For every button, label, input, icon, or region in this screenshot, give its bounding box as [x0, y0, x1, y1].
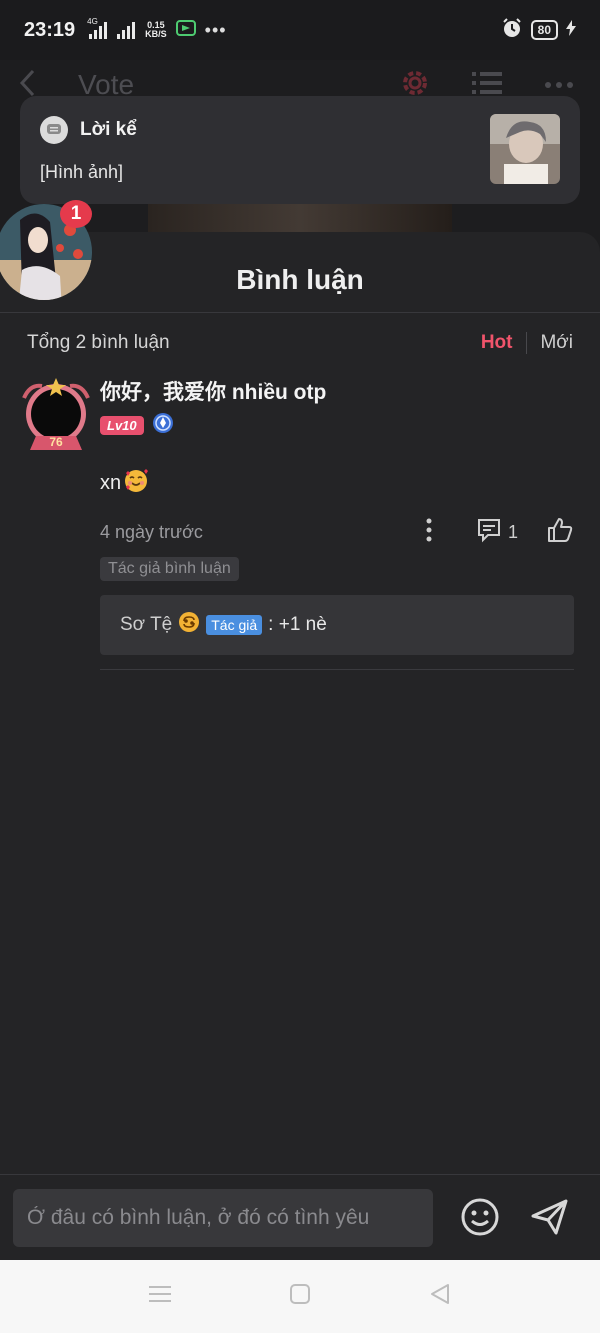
more-options-icon[interactable]	[544, 76, 574, 94]
chat-bubble-icon	[40, 116, 68, 144]
background-image	[148, 204, 452, 234]
more-dots-icon: •••	[204, 19, 227, 40]
notification-thumbnail	[490, 114, 560, 184]
charging-icon	[566, 19, 576, 41]
emoji-icon[interactable]	[458, 1195, 502, 1239]
signal-icon-2	[117, 21, 136, 39]
more-vertical-icon[interactable]	[426, 518, 432, 547]
comments-sheet: Bình luận Tổng 2 bình luận Hot Mới 76 你好…	[0, 232, 600, 1333]
notification-message: [Hình ảnh]	[40, 162, 124, 182]
comment-body: 你好，我爱你 nhiều otp Lv10 xn 4 ngày trước 1 …	[100, 378, 574, 670]
notification-app-name: Lời kể	[80, 119, 137, 140]
reply-text: : +1 nè	[268, 614, 327, 635]
alarm-icon	[501, 17, 523, 44]
status-time: 23:19	[24, 18, 76, 41]
network-type: 4G	[87, 17, 98, 26]
comment-text: xn	[100, 467, 574, 499]
level-badge: Lv10	[100, 416, 144, 435]
net-speed-unit: KB/S	[145, 29, 167, 39]
comment-author[interactable]: 你好，我爱你 nhiều otp	[100, 378, 574, 408]
sort-new-tab[interactable]: Mới	[527, 332, 573, 354]
send-icon[interactable]	[528, 1195, 572, 1239]
net-speed: 0.15 KB/S	[145, 21, 167, 39]
notification-banner[interactable]: Lời kể [Hình ảnh]	[20, 96, 580, 204]
comment-actions: 1	[426, 516, 574, 549]
comment-count-row: Tổng 2 bình luận Hot Mới	[27, 328, 573, 358]
avatar-frame-number: 76	[49, 435, 63, 449]
smiling-face-with-hearts-icon	[123, 467, 149, 499]
status-bar: 23:19 4G 0.15 KB/S ••• 80	[0, 0, 600, 60]
battery-icon: 80	[530, 20, 558, 40]
menu-icon[interactable]	[149, 1284, 171, 1309]
floating-avatar[interactable]: 1	[0, 200, 92, 306]
comment-meta: 4 ngày trước 1	[100, 517, 574, 547]
author-tag: Tác giả bình luận	[100, 557, 239, 581]
comment-time: 4 ngày trước	[100, 521, 203, 542]
reply-author[interactable]: Sơ Tệ	[120, 614, 172, 636]
comment-input[interactable]	[13, 1189, 433, 1247]
sort-hot-tab[interactable]: Hot	[481, 332, 528, 354]
back-triangle-icon[interactable]	[429, 1283, 451, 1310]
avatar[interactable]: 76	[22, 378, 90, 452]
reply-preview[interactable]: Sơ Tệ Tác giả : +1 nè	[100, 595, 574, 655]
thumbs-up-icon[interactable]	[546, 516, 574, 549]
home-icon[interactable]	[289, 1283, 311, 1310]
notification-app: Lời kể	[40, 116, 560, 144]
divider	[0, 312, 600, 313]
reply-author-tag: Tác giả	[206, 615, 263, 635]
divider	[100, 669, 574, 670]
system-nav-bar	[0, 1260, 600, 1333]
comment-text-value: xn	[100, 471, 122, 494]
app-notification-icon	[175, 19, 197, 42]
signal-icon: 4G	[87, 17, 108, 39]
reply-count: 1	[507, 521, 518, 542]
notification-badge: 1	[60, 200, 92, 228]
diamond-badge-icon	[152, 412, 174, 439]
sort-tabs: Hot Mới	[481, 332, 573, 354]
user-badges: Lv10	[100, 412, 574, 439]
comment-total: Tổng 2 bình luận	[27, 332, 170, 353]
reply-icon[interactable]	[476, 517, 502, 548]
cancer-zodiac-icon	[178, 611, 200, 639]
comment-input-bar	[0, 1174, 600, 1260]
